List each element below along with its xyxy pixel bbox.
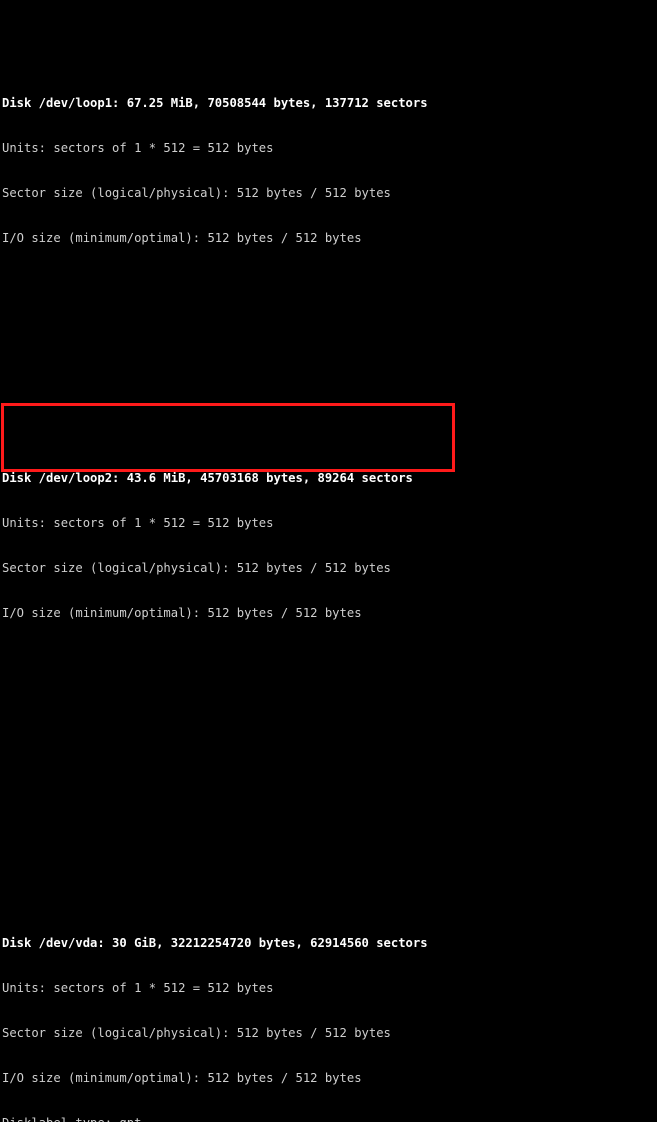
- disk-units-vda: Units: sectors of 1 * 512 = 512 bytes: [2, 981, 274, 995]
- disk-block-loop1: Disk /dev/loop1: 67.25 MiB, 70508544 byt…: [2, 66, 657, 276]
- disk-units-loop1: Units: sectors of 1 * 512 = 512 bytes: [2, 141, 274, 155]
- disk-block-loop2: Disk /dev/loop2: 43.6 MiB, 45703168 byte…: [2, 441, 657, 651]
- disk-units-loop2: Units: sectors of 1 * 512 = 512 bytes: [2, 516, 274, 530]
- disk-io-size-loop1: I/O size (minimum/optimal): 512 bytes / …: [2, 231, 362, 245]
- terminal-output[interactable]: Disk /dev/loop1: 67.25 MiB, 70508544 byt…: [0, 0, 657, 1122]
- disk-io-size-vda: I/O size (minimum/optimal): 512 bytes / …: [2, 1071, 362, 1085]
- disk-sector-size-loop1: Sector size (logical/physical): 512 byte…: [2, 186, 391, 200]
- disk-header-vda: Disk /dev/vda: 30 GiB, 32212254720 bytes…: [2, 936, 428, 950]
- disk-sector-size-vda: Sector size (logical/physical): 512 byte…: [2, 1026, 391, 1040]
- disk-block-vda: Disk /dev/vda: 30 GiB, 32212254720 bytes…: [2, 906, 657, 1122]
- disk-header-loop2: Disk /dev/loop2: 43.6 MiB, 45703168 byte…: [2, 471, 413, 485]
- disk-sector-size-loop2: Sector size (logical/physical): 512 byte…: [2, 561, 391, 575]
- disk-header-loop1: Disk /dev/loop1: 67.25 MiB, 70508544 byt…: [2, 96, 428, 110]
- disk-label-type-vda: Disklabel type: gpt: [2, 1116, 657, 1122]
- disk-io-size-loop2: I/O size (minimum/optimal): 512 bytes / …: [2, 606, 362, 620]
